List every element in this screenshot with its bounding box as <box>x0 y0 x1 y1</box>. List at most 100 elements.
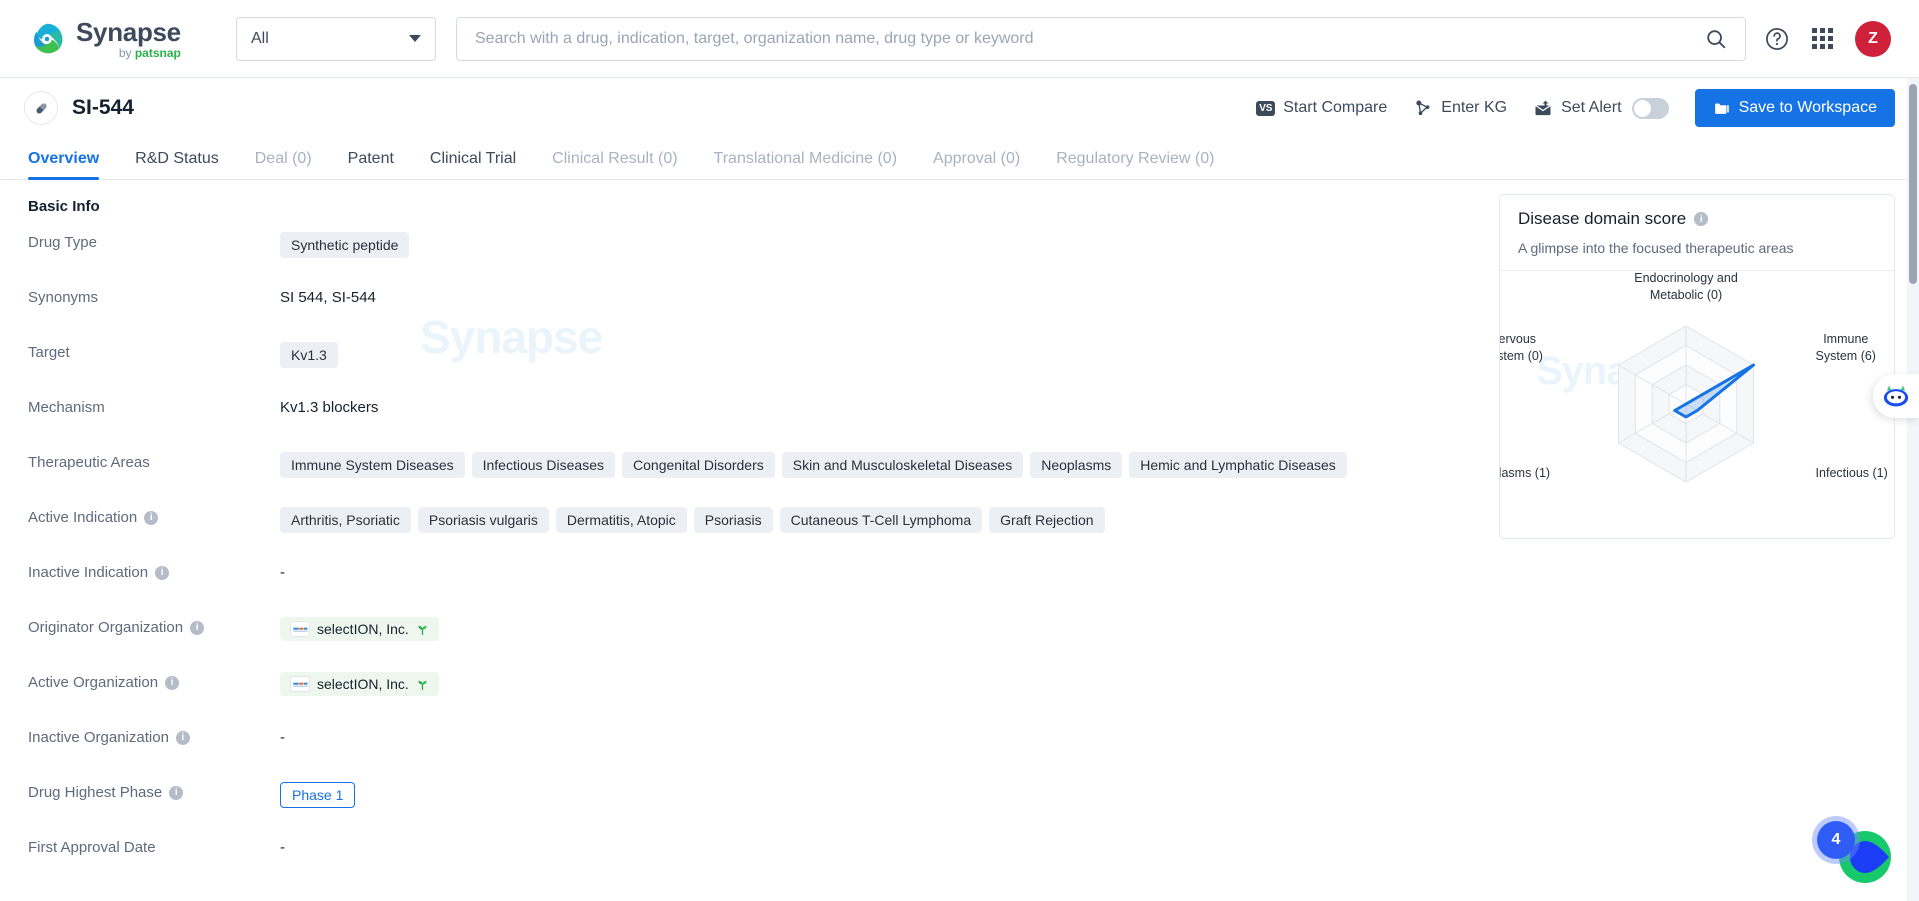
tab-patent[interactable]: Patent <box>330 150 412 179</box>
tab-deal-0[interactable]: Deal (0) <box>237 150 330 179</box>
disease-domain-score-card: Disease domain score i A glimpse into th… <box>1499 194 1895 539</box>
radar-chart-svg <box>1618 325 1755 483</box>
tab-label: Patent <box>347 150 394 167</box>
organization-chip[interactable]: selectION, Inc. <box>280 672 439 696</box>
info-row-value: SI 544, SI-544 <box>280 286 1499 306</box>
info-icon[interactable]: i <box>165 675 180 690</box>
info-row: Therapeutic Areas Immune System Diseases I… <box>28 451 1499 506</box>
search-submit-button[interactable] <box>1703 28 1729 50</box>
organization-name: selectION, Inc. <box>317 621 409 637</box>
info-icon[interactable]: i <box>169 785 184 800</box>
enter-kg-button[interactable]: Enter KG <box>1413 98 1507 118</box>
info-row-value: Kv1.3 blockers <box>280 396 1499 416</box>
capsule-icon <box>35 102 47 114</box>
value-text: - <box>280 729 285 746</box>
radar-chart-body: Synapse Endocrinology and Metabolic (0) Im… <box>1500 270 1894 538</box>
organization-chip[interactable]: selectION, Inc. <box>280 617 439 641</box>
organization-logo-icon <box>290 621 310 637</box>
global-search-box[interactable] <box>456 16 1746 61</box>
page-scrollbar-thumb[interactable] <box>1909 84 1917 284</box>
info-row-label-text: Inactive Indication <box>28 564 149 581</box>
info-row-label-text: Target <box>28 344 70 361</box>
value-chip[interactable]: Hemic and Lymphatic Diseases <box>1129 452 1347 478</box>
info-icon[interactable]: i <box>1694 212 1709 226</box>
enter-kg-label: Enter KG <box>1441 99 1508 116</box>
versus-icon: VS <box>1256 100 1276 116</box>
value-chip[interactable]: Psoriasis <box>693 507 773 533</box>
chat-assistant-button[interactable] <box>1873 374 1919 418</box>
sprout-icon <box>418 680 427 690</box>
info-icon[interactable]: i <box>155 565 170 580</box>
search-icon <box>1707 29 1726 48</box>
start-compare-button[interactable]: VS Start Compare <box>1256 99 1387 117</box>
pill-icon <box>24 91 58 125</box>
tab-label: Translational Medicine (0) <box>713 150 898 167</box>
value-chip[interactable]: Dermatitis, Atopic <box>555 507 687 533</box>
value-chip[interactable]: Kv1.3 <box>280 342 338 368</box>
info-row-label: Therapeutic Areas <box>28 451 280 471</box>
info-row: Inactive Organization i - <box>28 726 1499 781</box>
value-chip[interactable]: Skin and Musculoskeletal Diseases <box>781 452 1024 478</box>
top-right-actions: Z <box>1764 20 1897 57</box>
info-row-label: Active Organization i <box>28 671 280 691</box>
robot-chat-icon <box>1883 385 1909 407</box>
tab-r-d-status[interactable]: R&D Status <box>117 150 237 179</box>
assistant-badge-count[interactable]: 4 <box>1817 821 1855 859</box>
search-input[interactable] <box>473 28 1703 49</box>
start-compare-label: Start Compare <box>1283 99 1388 116</box>
info-row: Drug Type Synthetic peptide <box>28 231 1499 286</box>
tab-translational-medicine-0[interactable]: Translational Medicine (0) <box>696 150 915 179</box>
app-launcher-button[interactable] <box>1812 28 1833 49</box>
save-to-workspace-button[interactable]: Save to Workspace <box>1694 89 1895 127</box>
tab-label: Clinical Trial <box>429 150 517 167</box>
value-text: - <box>280 839 285 856</box>
value-chip[interactable]: Neoplasms <box>1030 452 1123 478</box>
synapse-logo-icon <box>28 20 66 58</box>
set-alert-toggle[interactable] <box>1631 97 1669 119</box>
info-row-label-text: Drug Type <box>28 234 97 251</box>
drug-phase-chip[interactable]: Phase 1 <box>280 782 356 808</box>
drug-header-actions: VS Start Compare Enter KG Set Alert Save… <box>1256 89 1895 127</box>
score-card-header: Disease domain score i A glimpse into th… <box>1500 195 1894 270</box>
floating-assistant-bubble[interactable]: 4 <box>1817 821 1897 889</box>
tab-label: Deal (0) <box>254 150 312 167</box>
info-icon[interactable]: i <box>175 730 190 745</box>
search-scope-select[interactable]: All <box>236 16 436 61</box>
value-chip[interactable]: Synthetic peptide <box>280 232 410 258</box>
tab-clinical-trial[interactable]: Clinical Trial <box>412 150 534 179</box>
tab-overview[interactable]: Overview <box>24 150 117 180</box>
info-row-label-text: Therapeutic Areas <box>28 454 150 471</box>
tab-bar: Overview R&D Status Deal (0) Patent Clinical… <box>0 138 1919 180</box>
value-chip[interactable]: Cutaneous T-Cell Lymphoma <box>779 507 983 533</box>
folder-icon <box>1714 103 1729 114</box>
value-chip[interactable]: Infectious Diseases <box>471 452 616 478</box>
radar-chart[interactable]: Endocrinology and Metabolic (0) Immune Syst… <box>1500 271 1894 538</box>
organization-logo-icon <box>290 676 310 692</box>
value-chip[interactable]: Congenital Disorders <box>622 452 775 478</box>
value-chip[interactable]: Psoriasis vulgaris <box>417 507 549 533</box>
info-icon[interactable]: i <box>144 510 159 525</box>
radar-axis-label: Hemic andLymphatic (1) <box>1648 538 1723 539</box>
info-icon[interactable]: i <box>190 620 205 635</box>
value-chip[interactable]: Graft Rejection <box>989 507 1105 533</box>
page-body: Synapse Basic Info Drug Type Synthetic pe… <box>0 180 1919 901</box>
search-scope-value: All <box>251 29 269 47</box>
info-row: Originator Organization i selectION, Inc. <box>28 616 1499 671</box>
avatar[interactable]: Z <box>1855 20 1891 57</box>
brand-logo-block[interactable]: Synapse by patsnap <box>28 19 198 59</box>
value-chip[interactable]: Arthritis, Psoriatic <box>280 507 411 533</box>
value-text: SI 544, SI-544 <box>280 289 376 306</box>
info-row: First Approval Date - <box>28 836 1499 891</box>
value-text: Kv1.3 blockers <box>280 399 379 416</box>
set-alert-control[interactable]: Set Alert <box>1533 97 1669 119</box>
organization-name: selectION, Inc. <box>317 676 409 692</box>
info-row: Mechanism Kv1.3 blockers <box>28 396 1499 451</box>
tab-clinical-result-0[interactable]: Clinical Result (0) <box>534 150 695 179</box>
value-chip[interactable]: Immune System Diseases <box>280 452 465 478</box>
tab-approval-0[interactable]: Approval (0) <box>915 150 1038 179</box>
help-button[interactable] <box>1764 26 1790 52</box>
tab-label: Overview <box>28 150 100 167</box>
radar-axis-label: Neoplasms (1) <box>1499 466 1551 480</box>
save-to-workspace-label: Save to Workspace <box>1738 99 1877 116</box>
tab-regulatory-review-0[interactable]: Regulatory Review (0) <box>1038 150 1232 179</box>
